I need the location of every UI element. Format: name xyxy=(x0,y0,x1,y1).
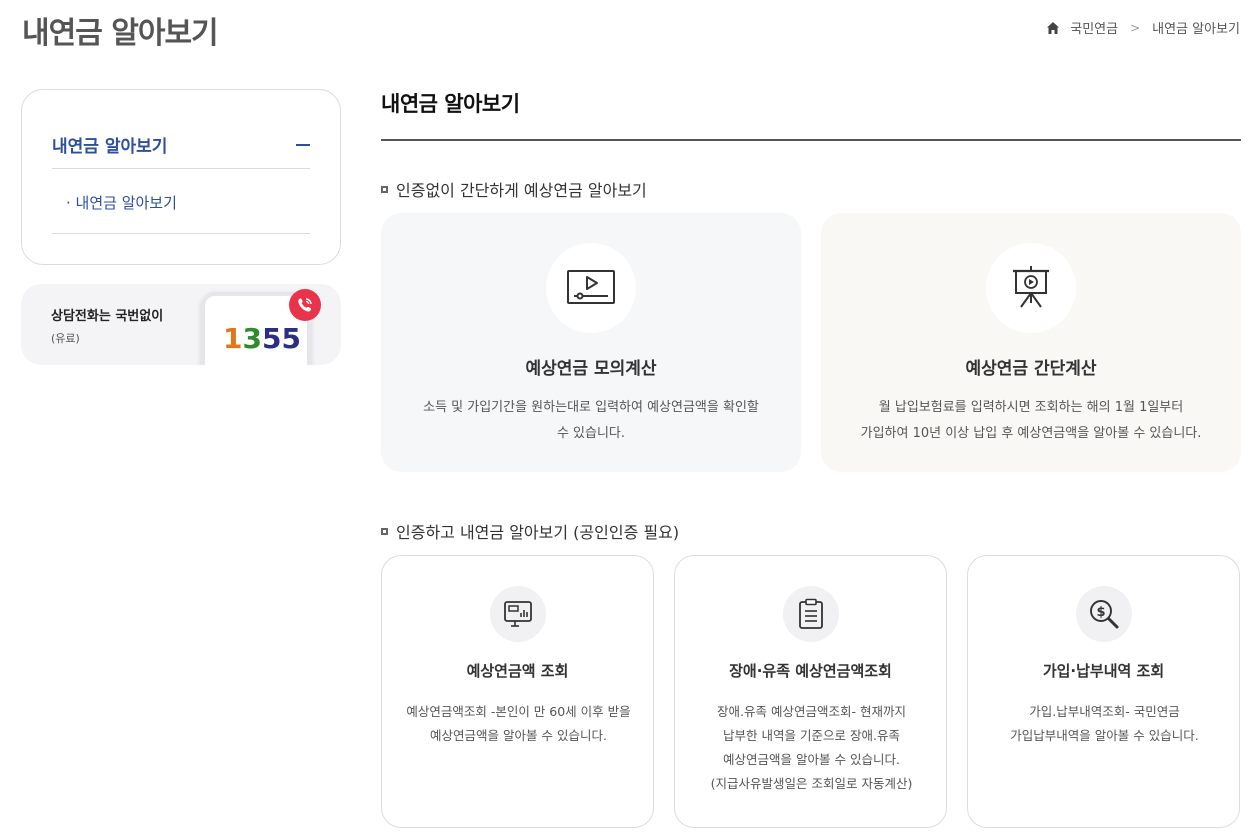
main-title: 내연금 알아보기 xyxy=(381,92,520,116)
card-description: 장애.유족 예상연금액조회- 현재까지 납부한 내역을 기준으로 장애.유족 예… xyxy=(710,704,913,791)
section-title-no-auth: 인증없이 간단하게 예상연금 알아보기 xyxy=(381,177,647,201)
title-divider xyxy=(381,139,1241,141)
breadcrumb-item-national-pension[interactable]: 국민연금 xyxy=(1070,18,1118,37)
page-title: 내연금 알아보기 xyxy=(22,16,219,51)
clipboard-icon xyxy=(783,586,839,642)
call-center-fee-note: (유료) xyxy=(51,332,80,345)
square-bullet-icon xyxy=(381,527,388,535)
dollar-search-icon: $ xyxy=(1076,586,1132,642)
breadcrumb-item-current: 내연금 알아보기 xyxy=(1152,22,1240,37)
sidebar-menu-title: 내연금 알아보기 xyxy=(52,137,168,157)
home-icon[interactable] xyxy=(1046,21,1060,35)
card-description: 소득 및 가입기간을 원하는대로 입력하여 예상연금액을 확인할 수 있습니다. xyxy=(423,400,759,441)
sidebar-menu: 내연금 알아보기 · 내연금 알아보기 xyxy=(21,89,341,265)
card-title: 예상연금 간단계산 xyxy=(965,359,1097,379)
card-enrollment-payment-inquiry[interactable]: $ 가입·납부내역 조회 가입.납부내역조회- 국민연금 가입납부내역을 알아볼… xyxy=(967,555,1240,828)
card-simple-calculation[interactable]: 예상연금 간단계산 월 납입보험료를 입력하시면 조회하는 해의 1월 1일부터… xyxy=(821,213,1241,472)
minus-icon[interactable] xyxy=(296,143,310,146)
section-title-with-auth: 인증하고 내연금 알아보기 (공인인증 필요) xyxy=(381,519,679,543)
breadcrumb-separator: > xyxy=(1130,20,1141,35)
card-description: 월 납입보험료를 입력하시면 조회하는 해의 1월 1일부터 가입하여 10년 … xyxy=(860,400,1202,441)
svg-text:$: $ xyxy=(1096,605,1105,620)
divider xyxy=(52,233,310,234)
video-player-icon xyxy=(546,243,636,333)
section-title-text: 인증없이 간단하게 예상연금 알아보기 xyxy=(396,181,647,200)
call-center-number: 1355 xyxy=(223,322,301,355)
card-title: 가입·납부내역 조회 xyxy=(1042,662,1165,680)
card-disability-survivor-inquiry[interactable]: 장애·유족 예상연금액조회 장애.유족 예상연금액조회- 현재까지 납부한 내역… xyxy=(674,555,947,828)
card-description: 가입.납부내역조회- 국민연금 가입납부내역을 알아볼 수 있습니다. xyxy=(1010,704,1199,743)
sidebar-item-my-pension[interactable]: · 내연금 알아보기 xyxy=(66,192,177,213)
phone-call-icon xyxy=(289,289,321,321)
square-bullet-icon xyxy=(381,185,388,193)
card-title: 예상연금액 조회 xyxy=(466,662,569,680)
breadcrumb: 국민연금 > 내연금 알아보기 xyxy=(1046,18,1240,37)
presentation-board-icon xyxy=(986,243,1076,333)
monitor-chart-icon xyxy=(490,586,546,642)
section-title-text: 인증하고 내연금 알아보기 (공인인증 필요) xyxy=(396,523,680,542)
call-center-banner: 상담전화는 국번없이 (유료) 1355 xyxy=(21,284,341,365)
card-title: 예상연금 모의계산 xyxy=(525,359,657,379)
card-expected-pension-inquiry[interactable]: 예상연금액 조회 예상연금액조회 -본인이 만 60세 이후 받을 예상연금액을… xyxy=(381,555,654,828)
call-center-label: 상담전화는 국번없이 xyxy=(51,309,164,324)
card-description: 예상연금액조회 -본인이 만 60세 이후 받을 예상연금액을 알아볼 수 있습… xyxy=(406,704,631,743)
card-mock-calculation[interactable]: 예상연금 모의계산 소득 및 가입기간을 원하는대로 입력하여 예상연금액을 확… xyxy=(381,213,801,472)
card-title: 장애·유족 예상연금액조회 xyxy=(729,662,892,680)
divider xyxy=(52,168,310,169)
sidebar-menu-header[interactable]: 내연금 알아보기 xyxy=(52,132,310,157)
